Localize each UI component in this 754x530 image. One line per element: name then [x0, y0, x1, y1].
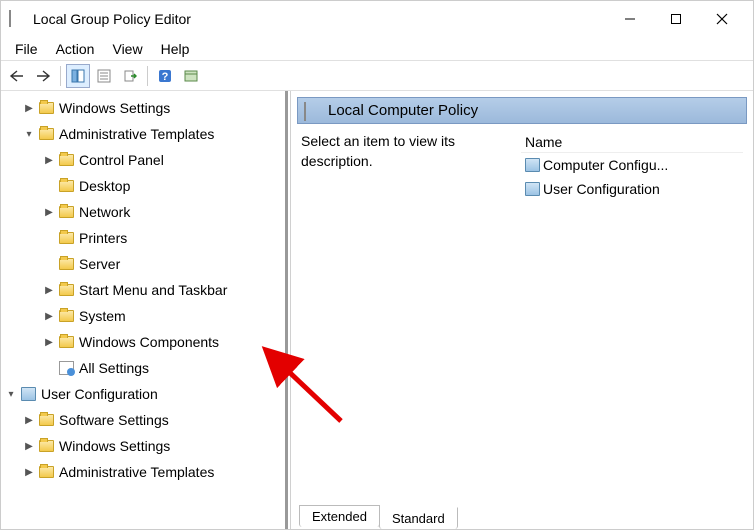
- menu-action[interactable]: Action: [48, 39, 103, 59]
- minimize-button[interactable]: [607, 4, 653, 34]
- tab-extended[interactable]: Extended: [299, 505, 380, 527]
- folder-icon: [37, 464, 55, 480]
- folder-icon: [57, 334, 75, 350]
- view-tabs: Extended Standard: [299, 507, 457, 529]
- tree-label: Software Settings: [59, 412, 169, 428]
- tree-item-windows-components[interactable]: ▶ Windows Components: [3, 329, 288, 355]
- tree-item-admin-templates[interactable]: ▾ Administrative Templates: [3, 121, 288, 147]
- toolbar-separator: [147, 66, 148, 86]
- details-title: Local Computer Policy: [328, 102, 478, 119]
- config-icon: [523, 182, 541, 196]
- expand-icon[interactable]: ▶: [41, 337, 57, 348]
- expand-icon[interactable]: ▶: [21, 467, 37, 478]
- content-area: ▶ Windows Settings ▾ Administrative Templa…: [1, 91, 753, 529]
- list-item-computer-config[interactable]: Computer Configu...: [521, 153, 743, 177]
- expand-icon[interactable]: ▶: [41, 155, 57, 166]
- collapse-icon[interactable]: ▾: [3, 389, 19, 400]
- tree-label: All Settings: [79, 360, 149, 376]
- show-tree-button[interactable]: [66, 64, 90, 88]
- close-button[interactable]: [699, 4, 745, 34]
- tree-item-control-panel[interactable]: ▶ Control Panel: [3, 147, 288, 173]
- details-header: Local Computer Policy: [297, 97, 747, 124]
- list-column: Name Computer Configu... User Configurat…: [521, 132, 743, 523]
- folder-icon: [37, 100, 55, 116]
- tree-label: Administrative Templates: [59, 126, 214, 142]
- forward-button[interactable]: [31, 64, 55, 88]
- tree-label: User Configuration: [41, 386, 158, 402]
- collapse-icon[interactable]: ▾: [21, 129, 37, 140]
- list-label: Computer Configu...: [543, 157, 668, 173]
- list-label: User Configuration: [543, 181, 660, 197]
- tree-label: Start Menu and Taskbar: [79, 282, 227, 298]
- tree-item-windows-settings[interactable]: ▶ Windows Settings: [3, 95, 288, 121]
- folder-icon: [57, 230, 75, 246]
- titlebar: Local Group Policy Editor: [1, 1, 753, 37]
- tab-standard[interactable]: Standard: [379, 507, 458, 529]
- back-button[interactable]: [5, 64, 29, 88]
- config-icon: [19, 386, 37, 402]
- tree-label: Windows Settings: [59, 438, 170, 454]
- settings-icon: [57, 360, 75, 376]
- tree-item-network[interactable]: ▶ Network: [3, 199, 288, 225]
- menu-help[interactable]: Help: [153, 39, 198, 59]
- expand-icon[interactable]: ▶: [21, 103, 37, 114]
- expand-icon[interactable]: ▶: [41, 285, 57, 296]
- tree-label: Server: [79, 256, 120, 272]
- expand-icon[interactable]: ▶: [21, 415, 37, 426]
- tree-item-system[interactable]: ▶ System: [3, 303, 288, 329]
- menu-view[interactable]: View: [104, 39, 150, 59]
- tree-label: Desktop: [79, 178, 130, 194]
- tree-label: Windows Settings: [59, 100, 170, 116]
- column-header-name[interactable]: Name: [521, 132, 743, 153]
- tree-label: Administrative Templates: [59, 464, 214, 480]
- menubar: File Action View Help: [1, 37, 753, 61]
- tree-item-desktop[interactable]: Desktop: [3, 173, 288, 199]
- scrollbar[interactable]: [285, 91, 288, 529]
- tree-label: Windows Components: [79, 334, 219, 350]
- export-button[interactable]: [118, 64, 142, 88]
- expand-icon[interactable]: ▶: [41, 311, 57, 322]
- folder-icon: [37, 126, 55, 142]
- expand-icon[interactable]: ▶: [21, 441, 37, 452]
- folder-icon: [57, 178, 75, 194]
- folder-icon: [37, 438, 55, 454]
- tree-item-user-configuration[interactable]: ▾ User Configuration: [3, 381, 288, 407]
- tree-label: Network: [79, 204, 130, 220]
- tree-label: Printers: [79, 230, 127, 246]
- tree-item-software-settings[interactable]: ▶ Software Settings: [3, 407, 288, 433]
- app-icon: [9, 11, 25, 27]
- maximize-button[interactable]: [653, 4, 699, 34]
- folder-icon: [57, 282, 75, 298]
- tree-item-server[interactable]: Server: [3, 251, 288, 277]
- help-button[interactable]: ?: [153, 64, 177, 88]
- details-pane: Local Computer Policy Select an item to …: [291, 91, 753, 529]
- toolbar: ?: [1, 61, 753, 91]
- description-text: Select an item to view its description.: [301, 133, 455, 169]
- tree-item-all-settings[interactable]: All Settings: [3, 355, 288, 381]
- svg-text:?: ?: [162, 71, 169, 83]
- tree-item-admin-templates-2[interactable]: ▶ Administrative Templates: [3, 459, 288, 485]
- tree-item-windows-settings-2[interactable]: ▶ Windows Settings: [3, 433, 288, 459]
- document-icon: [304, 103, 320, 119]
- config-icon: [523, 158, 541, 172]
- toolbar-separator: [60, 66, 61, 86]
- expand-icon[interactable]: ▶: [41, 207, 57, 218]
- description-column: Select an item to view its description.: [301, 132, 521, 523]
- tree-item-printers[interactable]: Printers: [3, 225, 288, 251]
- list-item-user-config[interactable]: User Configuration: [521, 177, 743, 201]
- folder-icon: [57, 256, 75, 272]
- folder-icon: [37, 412, 55, 428]
- folder-icon: [57, 152, 75, 168]
- tree-label: Control Panel: [79, 152, 164, 168]
- tree-item-start-menu[interactable]: ▶ Start Menu and Taskbar: [3, 277, 288, 303]
- properties-button[interactable]: [92, 64, 116, 88]
- folder-icon: [57, 308, 75, 324]
- filter-button[interactable]: [179, 64, 203, 88]
- tree-label: System: [79, 308, 126, 324]
- tree-pane: ▶ Windows Settings ▾ Administrative Templa…: [1, 91, 291, 529]
- folder-icon: [57, 204, 75, 220]
- window-title: Local Group Policy Editor: [33, 11, 607, 27]
- menu-file[interactable]: File: [7, 39, 46, 59]
